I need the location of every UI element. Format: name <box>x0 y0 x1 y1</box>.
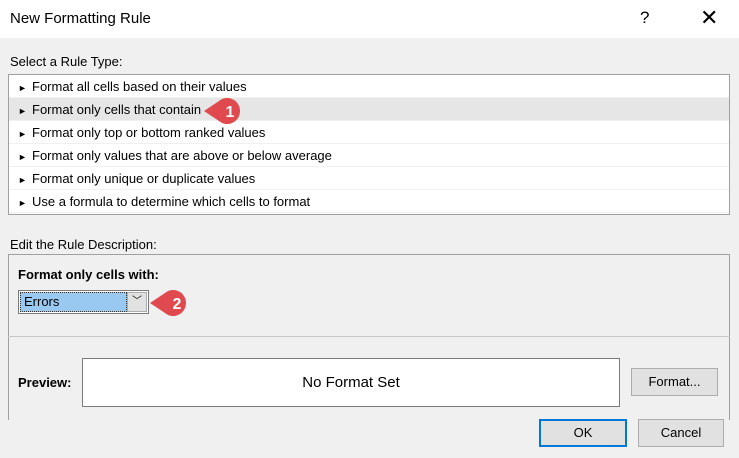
condition-select[interactable]: Errors ﹀ <box>18 290 149 314</box>
ok-button[interactable]: OK <box>539 419 627 447</box>
rule-type-item[interactable]: ► Format only top or bottom ranked values <box>9 121 729 144</box>
arrow-icon: ► <box>18 175 27 185</box>
rule-type-item[interactable]: ► Format only unique or duplicate values <box>9 167 729 190</box>
arrow-icon: ► <box>18 152 27 162</box>
chevron-down-icon[interactable]: ﹀ <box>127 292 147 312</box>
close-button[interactable]: ✕ <box>700 5 718 31</box>
dialog-title: New Formatting Rule <box>10 10 151 27</box>
format-button[interactable]: Format... <box>631 368 718 396</box>
svg-text:1: 1 <box>226 104 235 121</box>
arrow-icon: ► <box>18 129 27 139</box>
divider <box>8 336 730 337</box>
arrow-icon: ► <box>18 83 27 93</box>
cancel-button[interactable]: Cancel <box>638 419 724 447</box>
arrow-icon: ► <box>18 198 27 208</box>
rule-type-item[interactable]: ► Format only values that are above or be… <box>9 144 729 167</box>
description-label: Edit the Rule Description: <box>10 237 157 252</box>
preview-label: Preview: <box>18 375 72 390</box>
rule-type-label: Select a Rule Type: <box>10 54 123 69</box>
help-button[interactable]: ? <box>640 8 649 28</box>
callout-2: 2 <box>150 290 186 316</box>
rule-type-item[interactable]: ► Use a formula to determine which cells … <box>9 190 729 213</box>
rule-type-list[interactable]: ► Format all cells based on their values … <box>8 74 730 215</box>
arrow-icon: ► <box>18 106 27 116</box>
rule-type-item[interactable]: ► Format all cells based on their values <box>9 75 729 98</box>
format-cells-with-label: Format only cells with: <box>18 267 159 282</box>
rule-type-item-selected[interactable]: ► Format only cells that contain <box>9 98 729 121</box>
callout-1: 1 <box>204 98 240 124</box>
preview-box: No Format Set <box>82 358 620 407</box>
svg-text:2: 2 <box>173 296 182 313</box>
